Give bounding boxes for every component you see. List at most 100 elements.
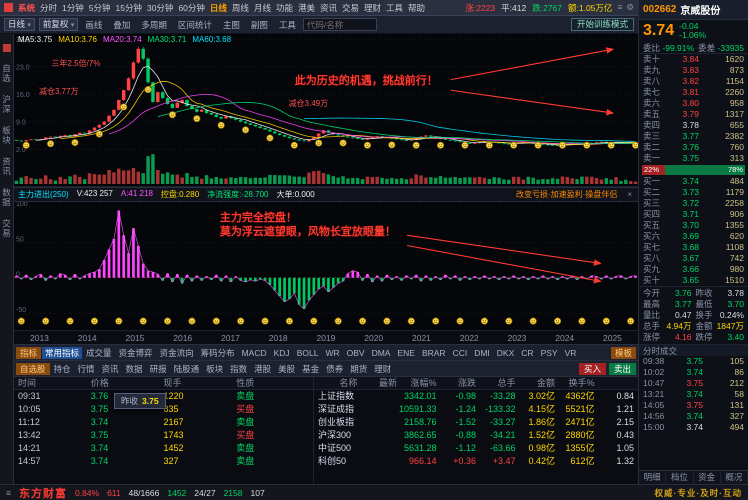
- table-row[interactable]: 科创50 966.14 +0.36 +3.47 0.42亿 612亿 1.32: [314, 455, 638, 468]
- menu-icon[interactable]: ≡: [6, 488, 11, 498]
- template-button[interactable]: 模板: [611, 347, 636, 359]
- indicator-tab[interactable]: DKX: [494, 347, 517, 359]
- menu-item[interactable]: 周线: [232, 2, 249, 14]
- bid-row[interactable]: 买八 3.67 742: [639, 253, 748, 264]
- watchlist-button[interactable]: 自选股: [16, 363, 50, 375]
- menu-item[interactable]: 工具: [386, 2, 403, 14]
- toolbar-button[interactable]: 工具: [276, 19, 299, 31]
- period-select[interactable]: 日线 ▾: [4, 18, 35, 31]
- ask-row[interactable]: 卖五 3.79 1317: [639, 109, 748, 120]
- watchlist-tab[interactable]: 债券: [323, 363, 346, 375]
- indicator-tab[interactable]: 资金流向: [157, 347, 197, 359]
- table-row[interactable]: 11:12 3.74 2167 卖盘: [14, 416, 313, 429]
- watchlist-tab[interactable]: 期货: [347, 363, 370, 375]
- menu-item[interactable]: 月线: [254, 2, 271, 14]
- ad-banner[interactable]: 改变亏损·加速盈利·操盘伴侣: [516, 189, 617, 200]
- indicator-tab[interactable]: WR: [322, 347, 342, 359]
- menu-item[interactable]: 30分钟: [147, 2, 173, 14]
- bid-row[interactable]: 买十 3.65 1510: [639, 275, 748, 286]
- list-icon[interactable]: ≡: [617, 2, 622, 13]
- indicator-tab[interactable]: PSY: [538, 347, 561, 359]
- indicator-tab[interactable]: DMI: [471, 347, 493, 359]
- menu-item[interactable]: 交易: [342, 2, 359, 14]
- bid-row[interactable]: 买六 3.69 620: [639, 231, 748, 242]
- watchlist-tab[interactable]: 持仓: [51, 363, 74, 375]
- toolbar-button[interactable]: 画线: [82, 19, 105, 31]
- watchlist-tab[interactable]: 美股: [275, 363, 298, 375]
- quote-footer-tab[interactable]: 档位: [666, 471, 693, 484]
- table-row[interactable]: 14:57 3.74 327 卖盘: [14, 455, 313, 468]
- close-icon[interactable]: ×: [625, 190, 634, 199]
- watchlist-tab[interactable]: 理财: [371, 363, 394, 375]
- indicator-tab[interactable]: BRAR: [419, 347, 449, 359]
- toolbar-button[interactable]: 多周期: [138, 19, 170, 31]
- bid-row[interactable]: 买五 3.70 1355: [639, 220, 748, 231]
- ask-row[interactable]: 卖十 3.84 1620: [639, 54, 748, 65]
- toolbar-button[interactable]: 副图: [248, 19, 271, 31]
- bid-row[interactable]: 买四 3.71 906: [639, 209, 748, 220]
- ask-row[interactable]: 卖三 3.77 2382: [639, 131, 748, 142]
- bid-row[interactable]: 买三 3.72 2258: [639, 198, 748, 209]
- indicator-tab[interactable]: 资金博弈: [116, 347, 156, 359]
- menu-item[interactable]: 1分钟: [62, 2, 84, 14]
- indicator-tab[interactable]: 筹码分布: [198, 347, 238, 359]
- menu-item[interactable]: 分时: [40, 2, 57, 14]
- bid-row[interactable]: 买七 3.68 1108: [639, 242, 748, 253]
- ask-row[interactable]: 卖二 3.76 760: [639, 142, 748, 153]
- indicator-tab[interactable]: ENE: [394, 347, 417, 359]
- indicator-tab[interactable]: 成交量: [83, 347, 115, 359]
- ask-row[interactable]: 卖一 3.75 313: [639, 153, 748, 164]
- indicator-tab[interactable]: MACD: [239, 347, 270, 359]
- watchlist-tab[interactable]: 数据: [123, 363, 146, 375]
- indicator-tab[interactable]: DMA: [369, 347, 394, 359]
- indicator-tab[interactable]: OBV: [344, 347, 368, 359]
- tape-row[interactable]: 13:21 3.74 58: [639, 389, 748, 400]
- indicator-tab[interactable]: VR: [562, 347, 580, 359]
- quote-footer-tab[interactable]: 资金: [694, 471, 721, 484]
- adjust-select[interactable]: 前复权 ▾: [39, 18, 78, 31]
- table-row[interactable]: 中证500 5631.28 -1.12 -63.66 0.98亿 1355亿 1…: [314, 442, 638, 455]
- indicator-tab[interactable]: CCI: [450, 347, 471, 359]
- ask-row[interactable]: 卖六 3.80 958: [639, 98, 748, 109]
- menu-item[interactable]: 功能: [276, 2, 293, 14]
- menu-item[interactable]: 5分钟: [89, 2, 111, 14]
- rail-item[interactable]: 资讯: [1, 157, 13, 176]
- watchlist-tab[interactable]: 指数: [227, 363, 250, 375]
- watchlist-tab[interactable]: 板块: [203, 363, 226, 375]
- menu-item[interactable]: 资讯: [320, 2, 337, 14]
- tape-row[interactable]: 15:00 3.74 494: [639, 422, 748, 433]
- menu-item[interactable]: 帮助: [408, 2, 425, 14]
- table-row[interactable]: 14:21 3.74 1452 卖盘: [14, 442, 313, 455]
- menu-item[interactable]: 理财: [364, 2, 381, 14]
- table-row[interactable]: 深证成指 10591.33 -1.24 -133.32 4.15亿 5521亿 …: [314, 403, 638, 416]
- kline-chart[interactable]: 30.023.016.09.02.0: [14, 34, 638, 186]
- rail-item[interactable]: 板块: [1, 126, 13, 145]
- buy-button[interactable]: 买入: [579, 363, 606, 375]
- menu-item[interactable]: 60分钟: [178, 2, 204, 14]
- menu-item[interactable]: 日线: [210, 2, 227, 14]
- ask-row[interactable]: 卖七 3.81 2260: [639, 87, 748, 98]
- watchlist-tab[interactable]: 资讯: [99, 363, 122, 375]
- quote-footer-tab[interactable]: 明细: [639, 471, 666, 484]
- gear-icon[interactable]: ⚙: [626, 2, 634, 13]
- table-row[interactable]: 创业板指 2158.76 -1.52 -33.27 1.86亿 2471亿 2.…: [314, 416, 638, 429]
- search-input[interactable]: [303, 18, 377, 31]
- tape-row[interactable]: 09:38 3.75 105: [639, 356, 748, 367]
- watchlist-tab[interactable]: 研报: [147, 363, 170, 375]
- ask-row[interactable]: 卖四 3.78 655: [639, 120, 748, 131]
- tape-row[interactable]: 10:47 3.75 212: [639, 378, 748, 389]
- watchlist-tab[interactable]: 行情: [75, 363, 98, 375]
- rail-item[interactable]: 沪深: [1, 95, 13, 114]
- toolbar-button[interactable]: 叠加: [110, 19, 133, 31]
- table-row[interactable]: 沪深300 3862.65 -0.88 -34.21 1.52亿 2880亿 0…: [314, 429, 638, 442]
- indicator-tab[interactable]: CR: [518, 347, 536, 359]
- watchlist-tab[interactable]: 港股: [251, 363, 274, 375]
- rail-item[interactable]: 交易: [1, 219, 13, 238]
- indicator-menu-button[interactable]: 指标: [16, 347, 41, 359]
- table-row[interactable]: 上证指数 3342.01 -0.98 -33.28 3.02亿 4362亿 0.…: [314, 390, 638, 403]
- indicator-tab[interactable]: KDJ: [271, 347, 293, 359]
- ask-row[interactable]: 卖九 3.83 873: [639, 65, 748, 76]
- table-row[interactable]: 13:42 3.75 1743 买盘: [14, 429, 313, 442]
- quote-footer-tab[interactable]: 概况: [721, 471, 748, 484]
- bid-row[interactable]: 买一 3.74 484: [639, 176, 748, 187]
